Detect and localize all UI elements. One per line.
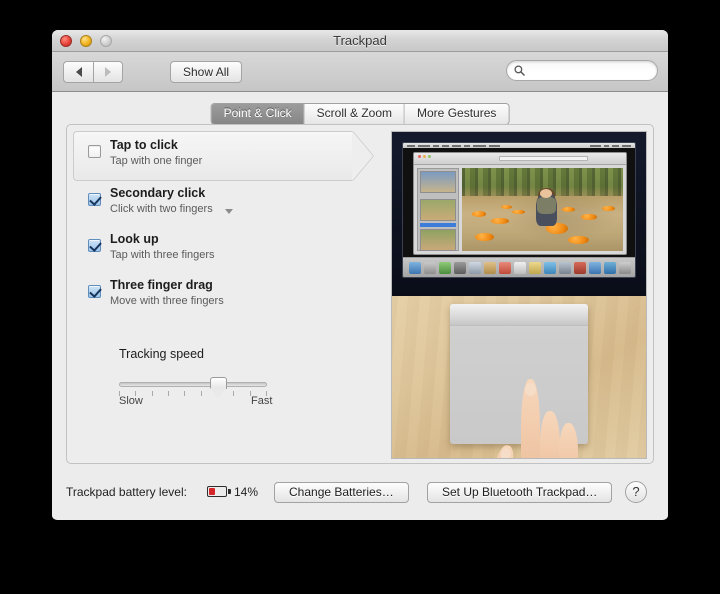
index-finger — [520, 379, 540, 458]
photo-subject-vest — [536, 197, 557, 214]
preview-bottom-trackpad-demo — [392, 296, 646, 458]
option-tap-to-click[interactable]: Tap to click Tap with one finger — [73, 131, 373, 181]
option-subtitle: Move with three fingers — [110, 295, 224, 307]
battery-fill — [209, 488, 215, 495]
checkbox-three-finger-drag[interactable] — [88, 285, 101, 298]
photo-subject-head — [540, 188, 553, 198]
search-field[interactable] — [506, 60, 658, 81]
option-secondary-click[interactable]: Secondary click Click with two fingers — [73, 181, 363, 227]
app-titlebar — [414, 153, 626, 165]
mac-preview-app-window — [413, 152, 627, 255]
option-title: Secondary click — [110, 186, 206, 200]
option-subtitle: Click with two fingers — [110, 203, 213, 215]
slider-min-label: Slow — [119, 395, 143, 407]
chevron-left-icon — [75, 67, 82, 77]
checkbox-look-up[interactable] — [88, 239, 101, 252]
zoom-button — [100, 35, 112, 47]
window-title: Trackpad — [333, 33, 387, 48]
back-button[interactable] — [63, 61, 93, 83]
mac-display — [402, 142, 636, 278]
option-title: Three finger drag — [110, 278, 213, 292]
trackpad-battery-bar — [450, 304, 588, 326]
settings-panel: Tap to click Tap with one finger Seconda… — [66, 124, 654, 464]
mac-dock — [403, 257, 635, 277]
battery-nub-icon — [228, 489, 231, 494]
battery-level-label: Trackpad battery level: — [66, 485, 187, 499]
option-subtitle: Tap with one finger — [110, 155, 203, 167]
bottom-bar: Trackpad battery level: 14% Change Batte… — [52, 467, 668, 519]
mac-menubar — [403, 143, 635, 148]
chevron-down-icon[interactable] — [225, 209, 233, 214]
option-title: Look up — [110, 232, 159, 246]
search-icon — [514, 65, 525, 76]
tab-more-gestures[interactable]: More Gestures — [405, 104, 509, 124]
checkbox-secondary-click[interactable] — [88, 193, 101, 206]
slider-max-label: Fast — [251, 395, 273, 407]
slider-thumb[interactable] — [209, 377, 227, 398]
trackpad-preferences-window: Trackpad Show All Point & Click Scroll &… — [52, 30, 668, 520]
tab-bar: Point & Click Scroll & Zoom More Gesture… — [210, 103, 510, 125]
selected-row-arrow — [352, 131, 373, 181]
battery-icon — [207, 486, 227, 497]
navigation-buttons — [63, 61, 123, 83]
search-input[interactable] — [532, 61, 649, 80]
pumpkin-patch-photo — [462, 168, 623, 251]
slider-track — [119, 382, 267, 387]
window-body: Point & Click Scroll & Zoom More Gesture… — [52, 92, 668, 519]
option-title: Tap to click — [110, 138, 178, 152]
set-up-bluetooth-trackpad-button[interactable]: Set Up Bluetooth Trackpad… — [427, 482, 613, 503]
show-all-button[interactable]: Show All — [170, 61, 243, 83]
demonstration-hand — [490, 371, 595, 458]
minimize-button[interactable] — [80, 35, 92, 47]
checkbox-tap-to-click[interactable] — [88, 145, 101, 158]
app-sidebar-thumbnails — [417, 168, 459, 251]
ring-finger — [558, 423, 578, 458]
battery-percent: 14% — [234, 485, 259, 499]
window-titlebar: Trackpad — [52, 30, 668, 52]
middle-finger — [539, 411, 560, 458]
slider-thumb-point — [209, 388, 226, 398]
option-three-finger-drag[interactable]: Three finger drag Move with three finger… — [73, 273, 363, 319]
close-button[interactable] — [60, 35, 72, 47]
option-look-up[interactable]: Look up Tap with three fingers — [73, 227, 363, 273]
change-batteries-button[interactable]: Change Batteries… — [274, 482, 409, 503]
forward-button — [93, 61, 123, 83]
help-button[interactable]: ? — [625, 481, 647, 503]
option-subtitle: Tap with three fingers — [110, 249, 215, 261]
window-toolbar: Show All — [52, 52, 668, 92]
chevron-right-icon — [105, 67, 111, 77]
tracking-speed-label: Tracking speed — [119, 347, 204, 361]
gesture-options-list: Tap to click Tap with one finger Seconda… — [73, 131, 373, 319]
gesture-preview-video[interactable] — [391, 131, 647, 459]
tab-scroll-and-zoom[interactable]: Scroll & Zoom — [304, 104, 406, 124]
traffic-lights — [60, 35, 112, 47]
preview-top-mac-screen — [392, 132, 646, 296]
tab-point-and-click[interactable]: Point & Click — [211, 104, 305, 124]
